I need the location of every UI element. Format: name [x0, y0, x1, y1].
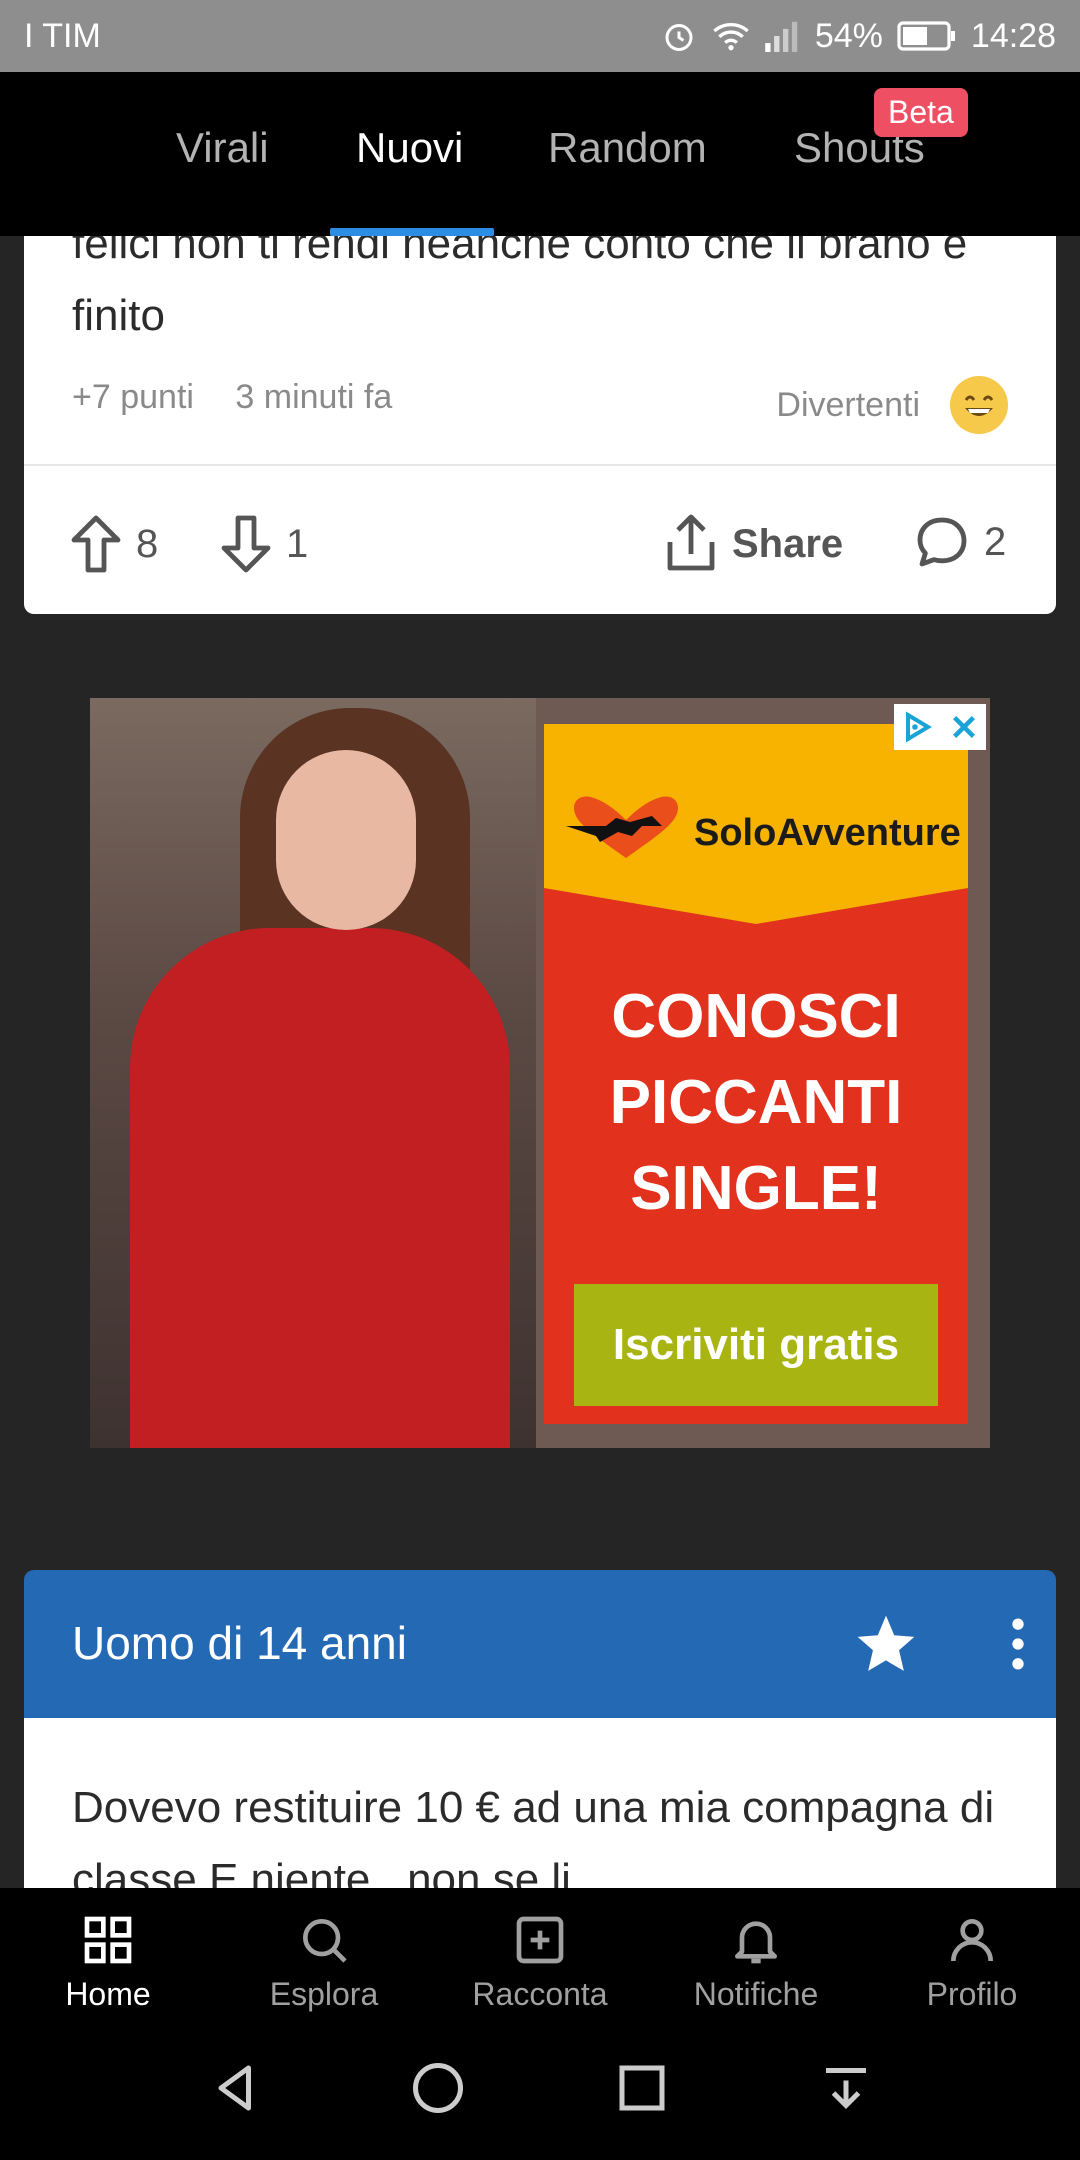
close-icon[interactable]	[949, 712, 979, 742]
tab-nuovi[interactable]: Nuovi	[356, 124, 463, 172]
nav-profilo[interactable]: Profilo	[872, 1912, 1072, 2013]
ad-headline: CONOSCI PICCANTI SINGLE!	[544, 974, 968, 1232]
post-actions: 8 1 Share 2	[24, 466, 1056, 614]
more-vertical-icon[interactable]	[984, 1610, 1052, 1678]
system-navigation-bar	[0, 2018, 1080, 2160]
tab-random[interactable]: Random	[548, 124, 707, 172]
post-card[interactable]: Dovevo restituire 10 € ad una mia compag…	[24, 1718, 1056, 1888]
ad-headline-line: PICCANTI	[609, 1068, 903, 1137]
upvote-count: 8	[136, 521, 159, 566]
post-text: felici non ti rendi neanche conto che il…	[72, 236, 968, 340]
post-category[interactable]: Divertenti	[776, 386, 920, 425]
nav-racconta[interactable]: Racconta	[440, 1912, 640, 2013]
comment-count: 2	[984, 519, 1007, 564]
ad-brand: SoloAvventure	[694, 812, 961, 854]
post-time: 3 minuti fa	[235, 378, 393, 416]
upvote-button[interactable]: 8	[70, 514, 158, 574]
post-header: Uomo di 14 anni	[24, 1570, 1056, 1718]
beta-badge: Beta	[874, 88, 968, 137]
ad-logo-icon	[566, 796, 678, 858]
ad-panel: SoloAvventure CONOSCI PICCANTI SINGLE! I…	[544, 724, 968, 1424]
clock: 14:28	[970, 16, 1056, 55]
top-tab-bar: Virali Nuovi Random Shouts Beta	[0, 72, 1080, 236]
status-bar: I TIM 54% 14:28	[0, 0, 1080, 72]
nav-label: Home	[65, 1976, 151, 2012]
ad-headline-line: SINGLE!	[630, 1154, 882, 1223]
ad-cta-button[interactable]: Iscriviti gratis	[574, 1284, 938, 1406]
comment-bubble-icon	[917, 517, 967, 567]
share-icon	[667, 514, 715, 571]
alarm-icon	[661, 18, 697, 54]
battery-icon	[897, 21, 957, 51]
battery-percent: 54%	[814, 16, 883, 55]
arrow-up-icon	[71, 515, 121, 573]
arrow-down-icon	[221, 515, 271, 573]
grinning-emoji-icon	[950, 376, 1008, 434]
nav-esplora[interactable]: Esplora	[224, 1912, 424, 2013]
bottom-navigation: Home Esplora Racconta Notifiche Profilo	[0, 1888, 1080, 2018]
recents-icon[interactable]	[612, 2058, 672, 2118]
ad-headline-line: CONOSCI	[611, 982, 901, 1051]
tab-virali[interactable]: Virali	[176, 124, 269, 172]
post-text: Dovevo restituire 10 € ad una mia compag…	[72, 1783, 995, 1888]
active-tab-indicator	[330, 228, 494, 236]
wifi-icon	[711, 18, 751, 54]
carrier-label: I TIM	[24, 16, 101, 55]
downvote-count: 1	[286, 521, 309, 566]
search-icon	[303, 1919, 347, 1963]
star-icon[interactable]	[852, 1610, 920, 1678]
post-title: Uomo di 14 anni	[72, 1617, 407, 1669]
grid-icon	[84, 1916, 132, 1964]
nav-label: Profilo	[926, 1976, 1018, 2012]
ad-choices[interactable]	[894, 704, 986, 750]
ad-banner[interactable]: SoloAvventure CONOSCI PICCANTI SINGLE! I…	[90, 698, 990, 1448]
post-meta: +7 punti 3 minuti fa	[72, 378, 424, 417]
comments-button[interactable]: 2	[914, 514, 1006, 570]
bell-icon	[735, 1921, 777, 1964]
nav-notifiche[interactable]: Notifiche	[656, 1912, 856, 2013]
share-button[interactable]: Share	[664, 514, 843, 574]
nav-label: Racconta	[472, 1976, 608, 2012]
notification-pull-icon[interactable]	[816, 2058, 876, 2118]
post-card[interactable]: felici non ti rendi neanche conto che il…	[24, 236, 1056, 614]
nav-label: Notifiche	[693, 1976, 819, 2012]
signal-icon	[765, 20, 801, 52]
adchoices-icon[interactable]	[902, 711, 934, 743]
nav-home[interactable]: Home	[8, 1912, 208, 2013]
home-circle-icon[interactable]	[408, 2058, 468, 2118]
downvote-button[interactable]: 1	[220, 514, 308, 574]
plus-square-icon	[516, 1916, 564, 1964]
ad-photo	[90, 698, 536, 1448]
person-icon	[951, 1919, 993, 1962]
back-icon[interactable]	[206, 2058, 266, 2118]
nav-label: Esplora	[269, 1976, 379, 2012]
share-label: Share	[732, 521, 844, 566]
post-points: +7 punti	[72, 378, 194, 416]
